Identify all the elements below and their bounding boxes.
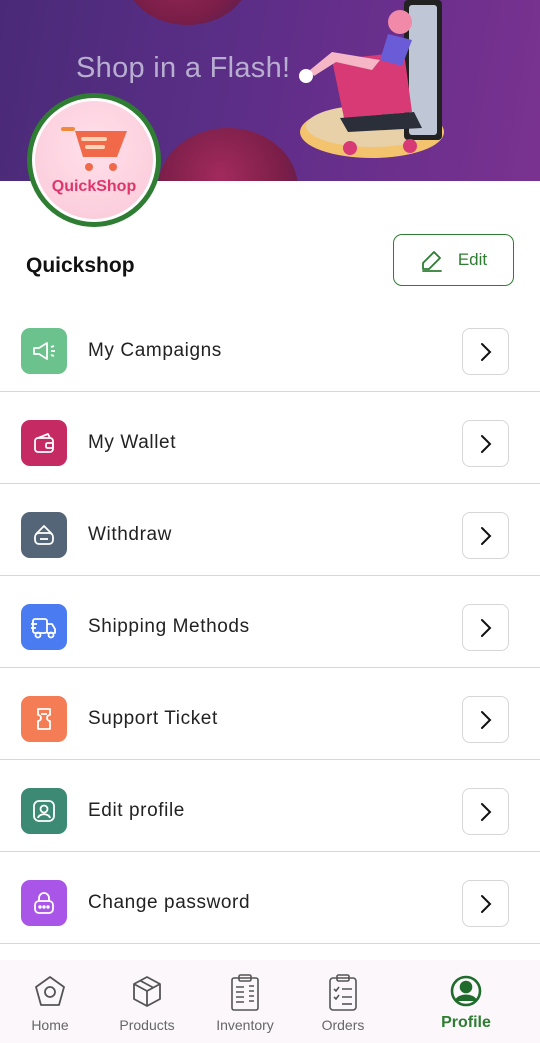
tab-label: Inventory [216, 1017, 274, 1033]
profile-menu: My Campaigns My Wallet Withdraw Shipping… [0, 300, 540, 944]
tab-label: Products [119, 1017, 175, 1033]
decor-blob [158, 128, 298, 181]
chevron-right-icon[interactable] [462, 788, 509, 835]
tab-label: Home [31, 1017, 69, 1033]
tab-inventory[interactable]: Inventory [195, 960, 295, 1043]
decor-blob [125, 0, 250, 25]
menu-item-label: Withdraw [88, 524, 172, 545]
banner-slogan: Shop in a Flash! [76, 52, 291, 84]
shop-logo: QuickShop [27, 93, 161, 227]
menu-item-my-wallet[interactable]: My Wallet [0, 392, 540, 484]
tab-label: Profile [441, 1014, 491, 1031]
chevron-right-icon[interactable] [462, 696, 509, 743]
inventory-icon [231, 974, 259, 1011]
menu-item-support-ticket[interactable]: Support Ticket [0, 668, 540, 760]
lock-icon [21, 880, 67, 926]
tab-orders[interactable]: Orders [293, 960, 393, 1043]
chevron-right-icon[interactable] [462, 880, 509, 927]
tab-label: Orders [321, 1017, 365, 1033]
edit-button-label: Edit [457, 250, 488, 269]
box-icon [133, 976, 161, 1007]
chevron-right-icon[interactable] [462, 420, 509, 467]
shopping-cart-illustration [299, 0, 444, 158]
edit-profile-button[interactable]: Edit [393, 234, 514, 286]
clipboard-icon [329, 974, 357, 1011]
menu-item-my-campaigns[interactable]: My Campaigns [0, 300, 540, 392]
megaphone-icon [21, 328, 67, 374]
logo-text: QuickShop [51, 178, 137, 195]
withdraw-icon [21, 512, 67, 558]
chevron-right-icon[interactable] [462, 512, 509, 559]
ticket-icon [21, 696, 67, 742]
menu-item-shipping-methods[interactable]: Shipping Methods [0, 576, 540, 668]
menu-item-edit-profile[interactable]: Edit profile [0, 760, 540, 852]
pencil-icon [421, 251, 442, 272]
tab-home[interactable]: Home [0, 960, 100, 1043]
menu-item-label: Shipping Methods [88, 616, 250, 637]
menu-item-label: Edit profile [88, 800, 185, 821]
user-circle-icon [450, 975, 482, 1007]
shop-name: Quickshop [26, 254, 135, 277]
home-icon [35, 976, 65, 1006]
chevron-right-icon[interactable] [462, 604, 509, 651]
tab-products[interactable]: Products [97, 960, 197, 1043]
bottom-tab-bar: Home Products Inventory Orders Profile [0, 960, 540, 1043]
profile-card-icon [21, 788, 67, 834]
tab-profile[interactable]: Profile [416, 960, 516, 1043]
wallet-icon [21, 420, 67, 466]
menu-item-label: My Campaigns [88, 340, 222, 361]
menu-item-withdraw[interactable]: Withdraw [0, 484, 540, 576]
menu-item-label: My Wallet [88, 432, 177, 453]
cart-icon [61, 127, 127, 171]
menu-item-label: Support Ticket [88, 708, 218, 729]
truck-icon [21, 604, 67, 650]
chevron-right-icon[interactable] [462, 328, 509, 375]
menu-item-change-password[interactable]: Change password [0, 852, 540, 944]
menu-item-label: Change password [88, 892, 251, 913]
